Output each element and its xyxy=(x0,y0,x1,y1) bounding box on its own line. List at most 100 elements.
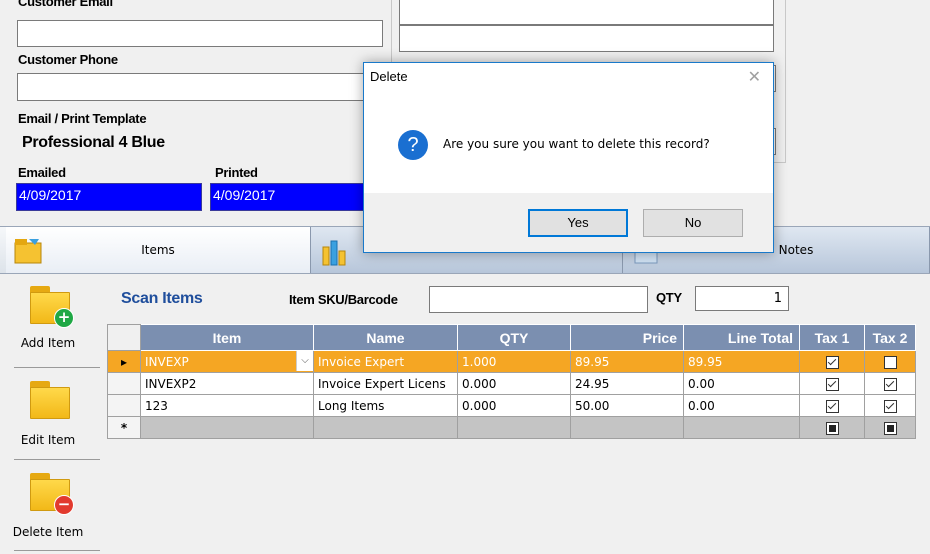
cell-name[interactable]: Invoice Expert xyxy=(313,350,458,373)
plus-icon: + xyxy=(54,308,74,328)
sku-input[interactable] xyxy=(429,286,648,313)
tab-items[interactable]: Items xyxy=(6,227,311,273)
sku-label: Item SKU/Barcode xyxy=(289,292,398,307)
printed-label: Printed xyxy=(215,165,258,180)
cell-item[interactable]: INVEXP2 xyxy=(140,372,314,395)
customer-phone-field[interactable] xyxy=(17,73,383,101)
cell-item[interactable]: 123 xyxy=(140,394,314,417)
add-item-label: Add Item xyxy=(20,336,76,350)
cell-line-total[interactable]: 89.95 xyxy=(683,350,800,373)
col-header-name[interactable]: Name xyxy=(313,324,458,351)
cell-name[interactable]: Long Items xyxy=(313,394,458,417)
tax1-checkbox[interactable] xyxy=(825,421,839,435)
qty-input[interactable]: 1 xyxy=(695,286,789,311)
printed-date-field[interactable]: 4/09/2017 xyxy=(210,183,370,211)
table-row[interactable]: ▸ INVEXP ⌵ Invoice Expert 1.000 89.95 89… xyxy=(107,350,916,373)
col-header-qty[interactable]: QTY xyxy=(457,324,571,351)
table-row[interactable]: INVEXP2 Invoice Expert Licens 0.000 24.9… xyxy=(107,372,916,395)
col-header-tax1[interactable]: Tax 1 xyxy=(799,324,865,351)
qty-label: QTY xyxy=(656,290,682,305)
emailed-date-field[interactable]: 4/09/2017 xyxy=(16,183,202,211)
row-header[interactable] xyxy=(107,372,141,395)
cell-name[interactable]: Invoice Expert Licens xyxy=(313,372,458,395)
payments-tab-icon xyxy=(322,240,346,266)
delete-dialog: Delete ✕ ? Are you sure you want to dele… xyxy=(363,62,774,253)
cell-line-total[interactable] xyxy=(683,416,800,439)
edit-item-button[interactable]: Edit Item xyxy=(0,381,100,447)
cell-qty[interactable]: 1.000 xyxy=(457,350,571,373)
toolbar-divider xyxy=(14,550,100,551)
emailed-label: Emailed xyxy=(18,165,66,180)
add-folder-icon: + xyxy=(28,286,74,328)
scan-items-title: Scan Items xyxy=(121,290,203,307)
cell-tax2[interactable] xyxy=(864,350,916,373)
col-header-item[interactable]: Item xyxy=(140,324,314,351)
items-tab-icon xyxy=(14,239,42,264)
dropdown-chevron-icon[interactable]: ⌵ xyxy=(296,351,313,371)
cell-tax2[interactable] xyxy=(864,394,916,417)
cell-tax2[interactable] xyxy=(864,416,916,439)
cell-price[interactable]: 24.95 xyxy=(570,372,684,395)
dialog-message: Are you sure you want to delete this rec… xyxy=(443,137,710,151)
current-row-icon: ▸ xyxy=(120,354,128,369)
tax2-checkbox[interactable] xyxy=(883,421,897,435)
customer-email-label: Customer Email xyxy=(18,0,113,9)
delete-item-label: Delete Item xyxy=(12,525,84,539)
cell-qty[interactable]: 0.000 xyxy=(457,394,571,417)
delete-item-button[interactable]: − Delete Item xyxy=(0,473,100,539)
cell-price[interactable]: 50.00 xyxy=(570,394,684,417)
edit-folder-icon xyxy=(28,381,72,419)
add-item-button[interactable]: + Add Item xyxy=(0,286,100,350)
tax1-checkbox[interactable] xyxy=(825,377,839,391)
customer-email-field[interactable] xyxy=(17,20,383,47)
row-header[interactable] xyxy=(107,394,141,417)
col-header-line-total[interactable]: Line Total xyxy=(683,324,800,351)
tax1-checkbox[interactable] xyxy=(825,399,839,413)
right-field-2[interactable] xyxy=(399,25,774,52)
cell-tax1[interactable] xyxy=(799,416,865,439)
cell-line-total[interactable]: 0.00 xyxy=(683,372,800,395)
right-field-1[interactable] xyxy=(399,0,774,25)
template-label: Email / Print Template xyxy=(18,111,147,126)
toolbar-divider xyxy=(14,459,100,460)
cell-qty[interactable]: 0.000 xyxy=(457,372,571,395)
delete-folder-icon: − xyxy=(28,473,74,515)
yes-button[interactable]: Yes xyxy=(528,209,628,237)
table-row[interactable]: 123 Long Items 0.000 50.00 0.00 xyxy=(107,394,916,417)
tax1-checkbox[interactable] xyxy=(825,355,839,369)
tax2-checkbox[interactable] xyxy=(883,377,897,391)
cell-item[interactable] xyxy=(140,416,314,439)
cell-name[interactable] xyxy=(313,416,458,439)
tax2-checkbox[interactable] xyxy=(883,355,897,369)
template-value[interactable]: Professional 4 Blue xyxy=(22,134,165,152)
new-row[interactable]: * xyxy=(107,416,916,439)
question-icon: ? xyxy=(398,130,428,160)
minus-icon: − xyxy=(54,495,74,515)
tax2-checkbox[interactable] xyxy=(883,399,897,413)
grid-header-row: Item Name QTY Price Line Total Tax 1 Tax… xyxy=(107,324,916,351)
tab-items-label: Items xyxy=(141,243,175,257)
dialog-title: Delete xyxy=(370,69,408,84)
col-header-tax2[interactable]: Tax 2 xyxy=(864,324,916,351)
cell-tax1[interactable] xyxy=(799,350,865,373)
row-header[interactable]: * xyxy=(107,416,141,439)
cell-line-total[interactable]: 0.00 xyxy=(683,394,800,417)
new-row-icon: * xyxy=(120,420,128,435)
cell-tax1[interactable] xyxy=(799,372,865,395)
cell-price[interactable]: 89.95 xyxy=(570,350,684,373)
dialog-footer: Yes No xyxy=(364,193,773,252)
close-icon[interactable]: ✕ xyxy=(748,67,761,86)
no-button[interactable]: No xyxy=(643,209,743,237)
cell-tax2[interactable] xyxy=(864,372,916,395)
cell-item[interactable]: INVEXP ⌵ xyxy=(140,350,314,373)
cell-item-text: INVEXP xyxy=(145,354,189,369)
cell-tax1[interactable] xyxy=(799,394,865,417)
row-header-corner xyxy=(107,324,141,351)
cell-price[interactable] xyxy=(570,416,684,439)
cell-qty[interactable] xyxy=(457,416,571,439)
col-header-price[interactable]: Price xyxy=(570,324,684,351)
edit-item-label: Edit Item xyxy=(20,433,76,447)
toolbar-divider xyxy=(14,367,100,368)
row-header[interactable]: ▸ xyxy=(107,350,141,373)
customer-phone-label: Customer Phone xyxy=(18,52,118,67)
